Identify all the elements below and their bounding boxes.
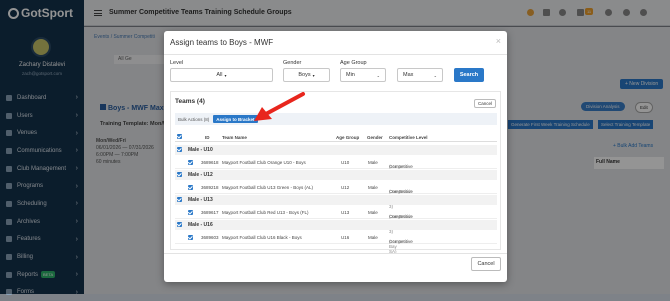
table-row[interactable]: 3689218 Mayport Football Club U13 Green …	[175, 180, 497, 209]
caret-down-icon: ▾	[312, 72, 315, 78]
column-competitive-level: Competitive Level	[389, 135, 428, 140]
caret-down-icon: ▾	[224, 72, 227, 78]
row-checkbox[interactable]	[188, 159, 193, 165]
team-name: Mayport Football Club U16 Black - Boys	[222, 234, 302, 240]
age-group-label: Age Group	[340, 60, 367, 66]
row-checkbox[interactable]	[188, 234, 193, 240]
group-label: Male - U10	[188, 147, 213, 153]
age-min-select[interactable]: Min ⌄	[340, 68, 386, 82]
chevron-down-icon: ⌄	[376, 72, 380, 78]
group-checkbox[interactable]	[177, 147, 182, 152]
team-id: 3689618	[201, 159, 219, 165]
age-max-select[interactable]: Max ⌄	[397, 68, 443, 82]
group-header: Male - U16	[175, 220, 497, 230]
table-row[interactable]: 3689618 Mayport Football Club Orange U10…	[175, 155, 497, 179]
gender-label: Gender	[283, 60, 302, 66]
team-age-group: U13	[341, 209, 350, 215]
team-id: 3689617	[201, 209, 219, 215]
close-icon[interactable]: ×	[496, 36, 501, 46]
modal-title: Assign teams to Boys - MWF	[170, 38, 274, 47]
level-select[interactable]: All ▾	[170, 68, 273, 82]
age-min-value: Min	[346, 72, 355, 78]
team-id: 3689603	[201, 234, 219, 240]
select-all-checkbox[interactable]	[177, 134, 182, 139]
bulk-actions-bar: Bulk Actions (8) Assign to Bracket	[175, 113, 497, 125]
group-header: Male - U10	[175, 145, 497, 155]
level-note: (Hunter Bay SA)	[389, 239, 405, 254]
table-header: ID Team Name Age Group Gender Competitiv…	[175, 132, 497, 142]
group-header: Male - U13	[175, 195, 497, 205]
row-checkbox[interactable]	[188, 184, 193, 190]
table-row[interactable]: 3689603 Mayport Football Club U16 Black …	[175, 230, 497, 254]
group-label: Male - U13	[188, 197, 213, 203]
team-name: Mayport Football Club Red U13 - Boys (FL…	[222, 209, 309, 215]
column-gender: Gender	[367, 135, 383, 140]
team-age-group: U16	[341, 234, 350, 240]
row-checkbox[interactable]	[188, 209, 193, 215]
assign-teams-modal: Assign teams to Boys - MWF × Level All ▾ …	[164, 31, 507, 282]
group-header: Male - U12	[175, 170, 497, 180]
age-max-value: Max	[403, 72, 414, 78]
cancel-button[interactable]: Cancel	[471, 257, 501, 271]
table-row[interactable]: 3689617 Mayport Football Club Red U13 - …	[175, 205, 497, 234]
group-checkbox[interactable]	[177, 197, 182, 202]
search-button[interactable]: Search	[454, 68, 484, 82]
chevron-down-icon: ⌄	[433, 72, 437, 78]
column-team-name: Team Name	[222, 135, 247, 140]
column-age-group: Age Group	[336, 135, 360, 140]
group-label: Male - U16	[188, 222, 213, 228]
team-age-group: U10	[341, 159, 350, 165]
divider	[164, 253, 507, 254]
group-label: Male - U12	[188, 172, 213, 178]
teams-panel: Teams (4) Cancel Bulk Actions (8) Assign…	[170, 91, 501, 254]
level-value: All	[216, 72, 223, 78]
divider	[164, 54, 507, 55]
team-gender: Male	[368, 159, 378, 165]
gender-select[interactable]: Boys ▾	[283, 68, 330, 82]
team-id: 3689218	[201, 184, 219, 190]
teams-cancel-button[interactable]: Cancel	[473, 99, 496, 108]
column-id: ID	[205, 135, 210, 140]
annotation-arrow-icon	[254, 92, 305, 121]
group-checkbox[interactable]	[177, 172, 182, 177]
teams-title: Teams (4)	[175, 98, 205, 105]
team-gender: Male	[368, 184, 378, 190]
bulk-actions-label: Bulk Actions (8)	[178, 116, 210, 122]
team-name: Mayport Football Club Orange U10 - Boys	[222, 159, 306, 165]
team-age-group: U12	[341, 184, 350, 190]
team-gender: Male	[368, 234, 378, 240]
team-name: Mayport Football Club U13 Green - Boys (…	[222, 184, 314, 190]
level-label: Level	[170, 60, 184, 66]
team-gender: Male	[368, 209, 378, 215]
group-checkbox[interactable]	[177, 222, 182, 227]
gender-value: Boys	[298, 72, 311, 78]
